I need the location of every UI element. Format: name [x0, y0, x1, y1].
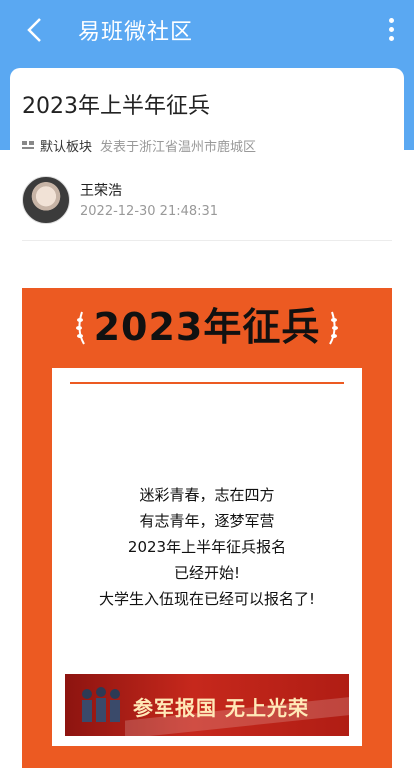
- poster-rule: [70, 382, 344, 384]
- divider: [22, 240, 392, 241]
- poster-line: 有志青年，逐梦军营: [139, 512, 275, 530]
- top-bar: 易班微社区: [0, 0, 414, 60]
- avatar[interactable]: [22, 176, 70, 224]
- board-icon: [22, 140, 34, 149]
- more-vertical-icon[interactable]: [386, 18, 396, 44]
- post-card: 2023年上半年征兵 默认板块 发表于浙江省温州市鹿城区 王荣浩 2022-12…: [10, 68, 404, 768]
- poster-body-bottom: [52, 736, 362, 746]
- post-title: 2023年上半年征兵: [22, 94, 210, 119]
- wheat-icon: [329, 311, 338, 345]
- recruitment-poster: 2023年征兵 迷彩青春，志在四方 有志青年，逐梦军营 2023年上半年征兵报名…: [22, 288, 392, 768]
- soldiers-icon: [82, 687, 120, 722]
- poster-line: 已经开始!: [173, 564, 240, 582]
- post-location: 发表于浙江省温州市鹿城区: [100, 140, 257, 155]
- post-meta: 默认板块 发表于浙江省温州市鹿城区: [22, 136, 256, 155]
- post-time: 2022-12-30 21:48:31: [80, 204, 219, 219]
- author-name[interactable]: 王荣浩: [80, 180, 122, 200]
- poster-line: 大学生入伍现在已经可以报名了!: [98, 590, 315, 608]
- banner-text: 参军报国 无上光荣: [133, 696, 309, 720]
- board-name[interactable]: 默认板块: [40, 136, 92, 155]
- back-arrow-icon[interactable]: [22, 16, 50, 44]
- poster-line: 迷彩青春，志在四方: [139, 486, 275, 504]
- poster-line: 2023年上半年征兵报名: [127, 538, 287, 556]
- app-title: 易班微社区: [78, 20, 194, 45]
- poster-banner: 参军报国 无上光荣: [65, 674, 349, 736]
